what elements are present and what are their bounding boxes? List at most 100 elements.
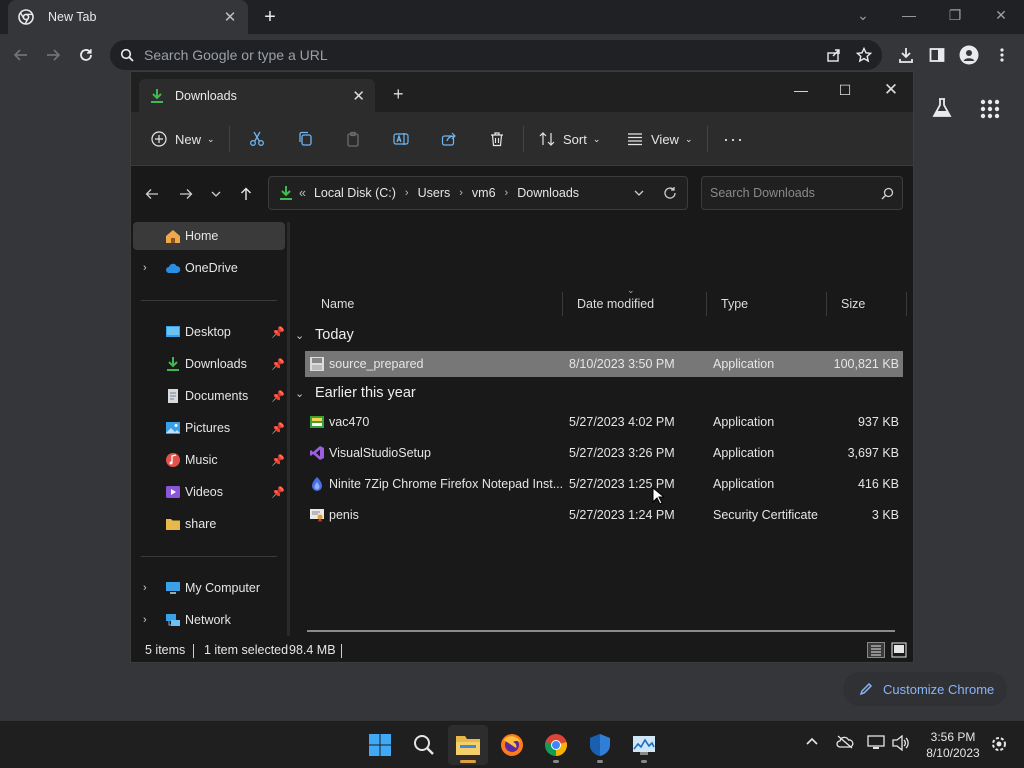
breadcrumb-downloads[interactable]: Downloads — [517, 186, 579, 200]
nav-item-pictures[interactable]: Pictures 📌 — [133, 414, 285, 442]
column-header-date-modified[interactable]: Date modified ⌄ — [565, 285, 707, 316]
visual-studio-icon — [310, 446, 324, 460]
nav-item-videos[interactable]: Videos 📌 — [133, 478, 285, 506]
forward-button[interactable] — [175, 184, 197, 204]
side-panel-button[interactable] — [924, 42, 950, 68]
cut-button[interactable] — [249, 126, 265, 152]
file-row[interactable]: source_prepared 8/10/2023 3:50 PM Applic… — [305, 351, 903, 377]
nav-item-downloads[interactable]: Downloads 📌 — [133, 350, 285, 378]
menu-button[interactable] — [989, 42, 1015, 68]
overflow-breadcrumb-icon[interactable]: « — [299, 186, 306, 200]
copy-button[interactable] — [297, 126, 313, 152]
nav-item-onedrive[interactable]: › OneDrive — [133, 254, 285, 282]
close-tab-icon[interactable]: ✕ — [352, 87, 365, 105]
omnibox[interactable]: Search Google or type a URL — [110, 40, 882, 70]
show-hidden-icons-button[interactable] — [806, 735, 818, 750]
close-tab-icon[interactable]: ✕ — [222, 8, 238, 26]
restore-button[interactable]: ❐ — [940, 3, 970, 27]
taskbar-file-explorer[interactable] — [448, 725, 488, 765]
breadcrumb-chevron-icon[interactable]: › — [405, 187, 409, 199]
search-downloads-input[interactable]: Search Downloads — [701, 176, 903, 210]
downloads-icon — [280, 186, 292, 200]
new-tab-button[interactable]: + — [258, 4, 282, 30]
file-row[interactable]: vac470 5/27/2023 4:02 PM Application 937… — [305, 409, 903, 435]
nav-item-desktop[interactable]: Desktop 📌 — [133, 318, 285, 346]
close-window-button[interactable]: ✕ — [986, 3, 1016, 27]
paste-button[interactable] — [345, 126, 361, 152]
flask-icon[interactable] — [930, 96, 954, 120]
reload-button[interactable] — [73, 42, 99, 68]
file-type: Application — [713, 477, 775, 491]
notifications-button[interactable] — [990, 735, 1008, 756]
customize-chrome-button[interactable]: Customize Chrome — [843, 672, 1007, 706]
sort-button[interactable]: Sort ⌄ — [539, 126, 600, 152]
tab-new-tab[interactable]: New Tab ✕ — [8, 0, 248, 34]
chevron-right-icon[interactable]: › — [143, 582, 147, 594]
apps-grid-icon[interactable] — [980, 99, 1000, 119]
nav-item-home[interactable]: Home — [133, 222, 285, 250]
taskbar-firefox[interactable] — [492, 725, 532, 765]
explorer-minimize-button[interactable]: — — [781, 76, 821, 104]
downloads-button[interactable] — [893, 42, 919, 68]
network-tray-icon[interactable] — [867, 735, 885, 754]
taskbar-search-button[interactable] — [404, 725, 444, 765]
details-view-icon[interactable] — [867, 642, 885, 658]
up-button[interactable] — [235, 184, 257, 204]
forward-button[interactable] — [40, 42, 66, 68]
minimize-button[interactable]: — — [894, 3, 924, 27]
column-header-type[interactable]: Type — [709, 292, 827, 316]
tab-search-icon[interactable]: ⌄ — [848, 3, 878, 27]
chevron-right-icon[interactable]: › — [143, 262, 147, 274]
delete-button[interactable] — [489, 126, 505, 152]
bookmark-star-icon[interactable] — [856, 47, 872, 63]
group-header-earlier-this-year[interactable]: ⌄ Earlier this year — [295, 381, 416, 405]
view-button[interactable]: View ⌄ — [627, 126, 693, 152]
refresh-icon[interactable] — [663, 186, 677, 200]
column-header-name[interactable]: Name — [309, 292, 563, 316]
explorer-tab-downloads[interactable]: Downloads ✕ — [139, 79, 375, 112]
more-options-icon[interactable]: ··· — [723, 126, 744, 152]
start-button[interactable] — [360, 725, 400, 765]
taskbar-chrome[interactable] — [536, 725, 576, 765]
share-button[interactable] — [441, 126, 457, 152]
explorer-close-button[interactable]: ✕ — [871, 76, 911, 104]
breadcrumb-chevron-icon[interactable]: › — [505, 187, 509, 199]
taskbar-clock[interactable]: 3:56 PM 8/10/2023 — [918, 729, 988, 761]
back-button[interactable] — [8, 42, 34, 68]
file-row[interactable]: VisualStudioSetup 5/27/2023 3:26 PM Appl… — [305, 440, 903, 466]
chevron-right-icon[interactable]: › — [143, 614, 147, 626]
onedrive-tray-icon[interactable] — [836, 735, 854, 752]
explorer-maximize-button[interactable]: ☐ — [825, 76, 865, 104]
profile-button[interactable] — [956, 42, 982, 68]
breadcrumb-local-disk[interactable]: Local Disk (C:) — [314, 186, 396, 200]
tiles-view-icon[interactable] — [891, 642, 907, 658]
nav-item-music[interactable]: Music 📌 — [133, 446, 285, 474]
nav-item-my-computer[interactable]: › My Computer — [133, 574, 285, 602]
nav-item-network[interactable]: › Network — [133, 606, 285, 634]
back-button[interactable] — [141, 184, 163, 204]
file-row[interactable]: Ninite 7Zip Chrome Firefox Notepad Inst.… — [305, 471, 903, 497]
nav-item-share[interactable]: share — [133, 510, 285, 538]
nav-label-documents: Documents — [185, 389, 249, 403]
column-header-name-label: Name — [321, 297, 355, 311]
column-header-size[interactable]: Size — [829, 292, 907, 316]
group-header-today[interactable]: ⌄ Today — [295, 323, 354, 347]
breadcrumb-chevron-icon[interactable]: › — [459, 187, 463, 199]
nav-item-documents[interactable]: Documents 📌 — [133, 382, 285, 410]
file-explorer-window: Downloads ✕ + — ☐ ✕ New ⌄ Sort ⌄ View ⌄ … — [130, 71, 914, 663]
explorer-new-tab-button[interactable]: + — [393, 84, 404, 105]
navigation-pane-scrollbar[interactable] — [287, 222, 290, 636]
share-icon[interactable] — [826, 47, 842, 63]
new-button[interactable]: New ⌄ — [151, 126, 215, 152]
address-bar[interactable]: « Local Disk (C:) › Users › vm6 › Downlo… — [268, 176, 688, 210]
recent-locations-button[interactable] — [205, 184, 227, 204]
rename-button[interactable] — [393, 126, 409, 152]
taskbar-resource-monitor[interactable] — [624, 725, 664, 765]
breadcrumb-vm6[interactable]: vm6 — [472, 186, 496, 200]
chevron-down-icon[interactable] — [633, 187, 645, 199]
volume-tray-icon[interactable] — [892, 734, 910, 754]
horizontal-scrollbar[interactable] — [307, 630, 895, 632]
breadcrumb-users[interactable]: Users — [418, 186, 451, 200]
file-row[interactable]: penis 5/27/2023 1:24 PM Security Certifi… — [305, 502, 903, 528]
taskbar-defender[interactable] — [580, 725, 620, 765]
